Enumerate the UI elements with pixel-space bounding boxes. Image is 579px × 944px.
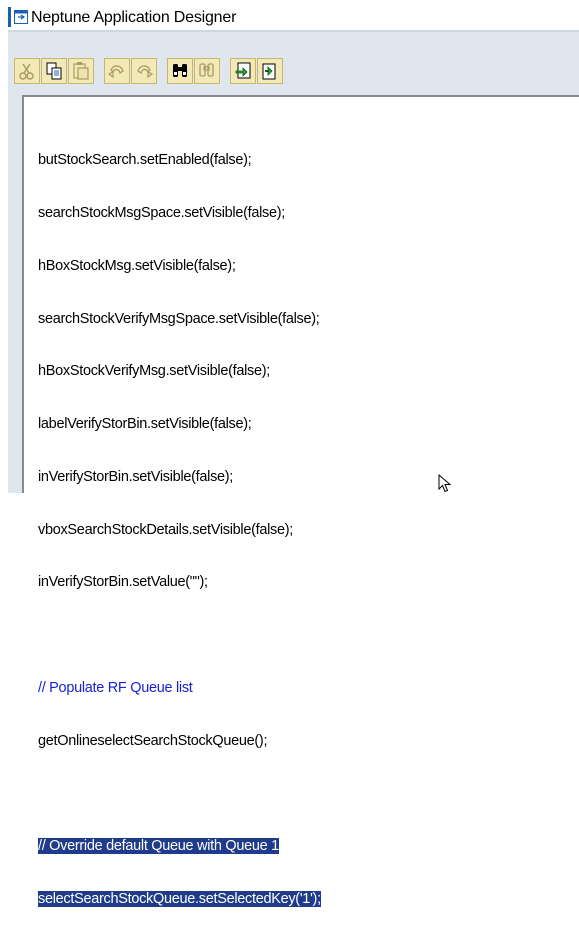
find-replace-button[interactable]	[194, 58, 220, 84]
code-line: butStockSearch.setEnabled(false);	[38, 152, 252, 169]
selected-code-line: selectSearchStockQueue.setSelectedKey('1…	[38, 891, 321, 908]
code-line: inVerifyStorBin.setVisible(false);	[38, 468, 234, 485]
code-line: vboxSearchStockDetails.setVisible(false)…	[38, 521, 293, 538]
format-document-icon	[235, 62, 251, 79]
code-line: searchStockMsgSpace.setVisible(false);	[38, 204, 286, 221]
title-accent-bar	[8, 7, 11, 27]
code-line: hBoxStockMsg.setVisible(false);	[38, 257, 236, 274]
redo-button[interactable]	[131, 58, 157, 84]
find-button[interactable]	[167, 58, 193, 84]
code-line: getOnlineselectSearchStockQueue();	[38, 732, 268, 749]
selected-comment-line: // Override default Queue with Queue 1	[38, 838, 279, 855]
window-title: Neptune Application Designer	[31, 9, 237, 26]
undo-button[interactable]	[104, 58, 130, 84]
code-editor[interactable]: butStockSearch.setEnabled(false); search…	[22, 95, 579, 908]
redo-icon	[137, 65, 154, 79]
paste-button[interactable]	[68, 58, 94, 84]
cut-button[interactable]	[14, 58, 40, 84]
copy-icon	[46, 62, 62, 80]
insert-document-icon	[262, 63, 276, 80]
pretty-print-button[interactable]	[230, 58, 256, 84]
code-content[interactable]: butStockSearch.setEnabled(false); search…	[38, 117, 321, 944]
code-line: hBoxStockVerifyMsg.setVisible(false);	[38, 363, 271, 380]
scissors-icon	[19, 63, 34, 80]
code-line: searchStockVerifyMsgSpace.setVisible(fal…	[38, 310, 320, 327]
mouse-pointer-icon	[438, 474, 452, 493]
insert-pattern-button[interactable]	[257, 58, 283, 84]
find-replace-icon	[199, 63, 214, 77]
code-line: labelVerifyStorBin.setVisible(false);	[38, 416, 252, 433]
copy-button[interactable]	[41, 58, 67, 84]
undo-icon	[107, 65, 124, 79]
paste-icon	[73, 62, 89, 80]
code-line: inVerifyStorBin.setValue("");	[38, 574, 208, 591]
app-window-icon	[14, 10, 28, 24]
code-comment-line: // Populate RF Queue list	[38, 680, 193, 696]
binoculars-icon	[173, 64, 187, 77]
